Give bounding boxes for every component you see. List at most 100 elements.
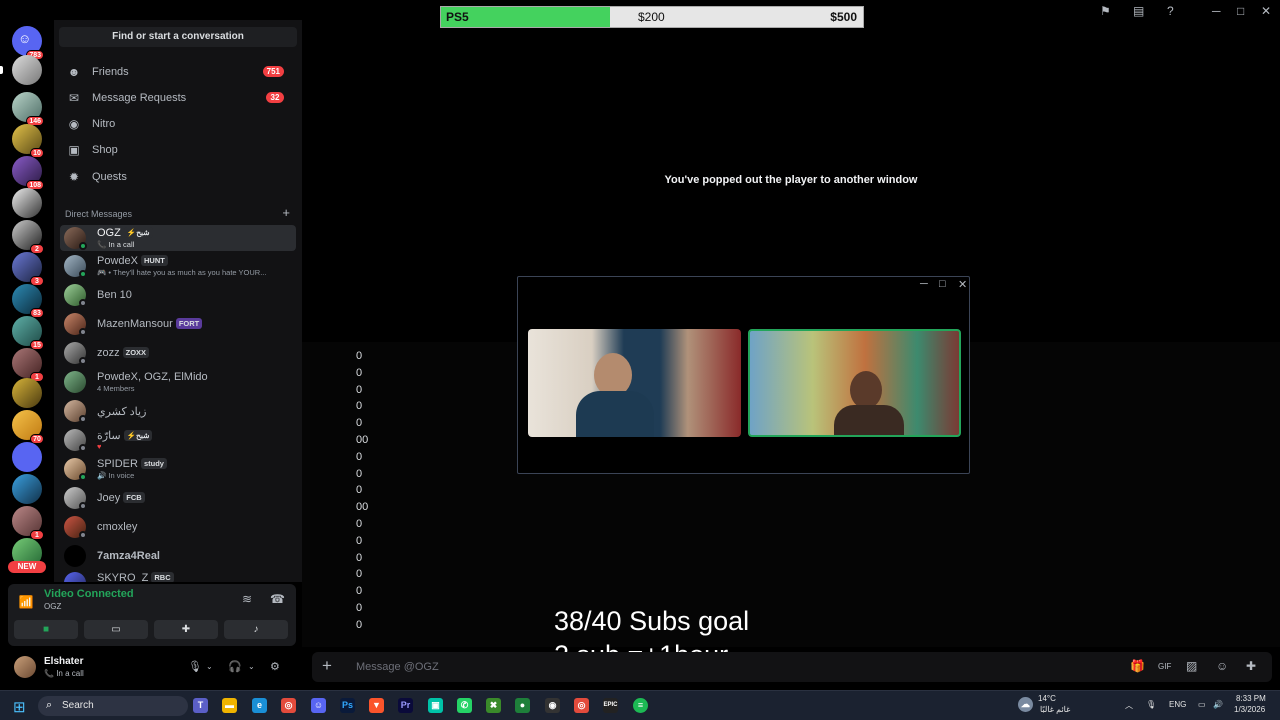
brave-icon[interactable]: ▼ xyxy=(369,698,384,713)
user-name[interactable]: Elshater xyxy=(44,656,83,667)
edge-icon[interactable]: e xyxy=(252,698,267,713)
soundboard-button[interactable]: ♪ xyxy=(224,620,288,639)
minecraft-icon[interactable]: ✖ xyxy=(486,698,501,713)
nav-friends[interactable]: ☻ Friends 751 xyxy=(60,60,296,84)
dm-item-cmoxley[interactable]: cmoxley xyxy=(60,514,296,540)
dm-item-spider[interactable]: SPIDER study 🔊 In voice xyxy=(60,456,296,482)
chevron-down-icon[interactable]: ⌄ xyxy=(206,662,213,671)
server-icon[interactable]: 70 xyxy=(12,410,44,444)
microphone-tray-icon[interactable]: 🎙 xyxy=(1146,700,1156,709)
close-icon[interactable]: ✕ xyxy=(1261,4,1271,18)
inbox-icon[interactable]: ▤ xyxy=(1133,4,1144,18)
nav-shop[interactable]: ▣ Shop xyxy=(60,138,296,162)
dm-item-ben10[interactable]: Ben 10 xyxy=(60,282,296,308)
create-dm-icon[interactable]: + xyxy=(282,205,290,220)
video-tile[interactable] xyxy=(528,329,741,437)
capcut-icon[interactable]: ▣ xyxy=(428,698,443,713)
server-icon[interactable] xyxy=(0,55,42,85)
close-icon[interactable]: ✕ xyxy=(958,278,967,291)
obs-icon[interactable]: ◉ xyxy=(545,698,560,713)
dm-item-group[interactable]: PowdeX, OGZ, ElMido 4 Members xyxy=(60,369,296,395)
server-icon[interactable]: 2 xyxy=(12,220,44,254)
server-icon[interactable]: 1 xyxy=(12,348,44,382)
server-icon[interactable]: 83 xyxy=(12,284,44,318)
teams-icon[interactable]: T xyxy=(193,698,208,713)
taskbar-search[interactable]: ⌕ Search xyxy=(38,696,188,716)
user-panel: Elshater 📞 In a call 🎙 ⌄ 🎧 ⌄ ⚙ xyxy=(8,650,296,684)
message-composer[interactable]: + Message @OGZ 🎁 GIF ▨ ☺ ✚ xyxy=(312,652,1272,682)
disconnect-icon[interactable]: ☎ xyxy=(270,592,285,606)
nav-message-requests[interactable]: ✉ Message Requests 32 xyxy=(60,86,296,110)
clock-date[interactable]: 1/3/2026 xyxy=(1234,705,1265,714)
minimize-icon[interactable]: ─ xyxy=(920,278,928,290)
dm-item-joey[interactable]: Joey FCB xyxy=(60,485,296,511)
chevron-down-icon[interactable]: ⌄ xyxy=(248,662,255,671)
discord-taskbar-icon[interactable]: ☺ xyxy=(311,698,326,713)
dm-item-ogz[interactable]: OGZ ⚡شبح 📞 In a call xyxy=(60,225,296,251)
server-icon[interactable]: 15 xyxy=(12,316,44,350)
sticker-icon[interactable]: ▨ xyxy=(1186,659,1197,673)
server-icon[interactable]: 1 xyxy=(12,506,44,540)
whatsapp-icon[interactable]: ✆ xyxy=(457,698,472,713)
clock-time[interactable]: 8:33 PM xyxy=(1236,694,1266,703)
spotify-icon[interactable]: ≡ xyxy=(633,698,648,713)
help-icon[interactable]: ? xyxy=(1167,4,1174,18)
signal-icon[interactable]: 📶 xyxy=(16,592,36,612)
tray-chevron-up-icon[interactable]: ︿ xyxy=(1125,700,1133,711)
nav-nitro[interactable]: ◉ Nitro xyxy=(60,112,296,136)
weather-icon[interactable]: ☁ xyxy=(1018,697,1033,712)
maximize-icon[interactable]: □ xyxy=(939,278,946,290)
dm-item-7amza4real[interactable]: 7amza4Real xyxy=(60,543,296,569)
dm-item-ziad[interactable]: زياد كشري xyxy=(60,398,296,424)
attach-plus-icon[interactable]: + xyxy=(322,656,332,676)
new-servers-badge[interactable]: NEW xyxy=(8,561,46,573)
gift-icon[interactable]: 🎁 xyxy=(1130,659,1145,673)
server-icon[interactable]: 3 xyxy=(12,252,44,286)
video-tile-speaking[interactable] xyxy=(748,329,961,437)
user-avatar[interactable] xyxy=(14,656,36,678)
dm-item-sara[interactable]: سارّة ⚡شبح ♥ xyxy=(60,427,296,453)
server-icon[interactable]: 108 xyxy=(12,156,44,190)
headphones-icon[interactable]: 🎧 xyxy=(228,660,242,673)
epic-games-icon[interactable]: EPIC xyxy=(603,698,618,713)
home-button[interactable]: ☺ 783 xyxy=(12,26,44,60)
dm-item-skyro[interactable]: SKYRO_Z RBC xyxy=(60,570,296,582)
server-icon[interactable] xyxy=(12,442,42,472)
camera-button[interactable]: ■ xyxy=(14,620,78,639)
nav-quests[interactable]: ✹ Quests xyxy=(60,165,296,189)
volume-icon[interactable]: 🔊 xyxy=(1213,700,1223,709)
server-icon[interactable] xyxy=(12,188,42,218)
emoji-icon[interactable]: ☺ xyxy=(1216,659,1228,673)
apps-icon[interactable]: ✚ xyxy=(1246,659,1256,673)
screen-share-button[interactable]: ▭ xyxy=(84,620,148,639)
server-icon[interactable]: 146 xyxy=(12,92,44,126)
server-icon[interactable] xyxy=(12,378,42,408)
microphone-icon[interactable]: 🎙 xyxy=(188,660,202,673)
chrome-icon[interactable]: ◎ xyxy=(281,698,296,713)
server-icon[interactable]: 10 xyxy=(12,124,44,158)
gif-icon[interactable]: GIF xyxy=(1158,662,1171,671)
popout-video-window[interactable]: ─ □ ✕ xyxy=(517,276,970,474)
dm-name: Joey FCB xyxy=(97,492,145,504)
settings-gear-icon[interactable]: ⚙ xyxy=(270,660,280,673)
minimize-icon[interactable]: ─ xyxy=(1212,4,1221,18)
maximize-icon[interactable]: □ xyxy=(1237,4,1244,18)
dm-item-zozz[interactable]: zozz ZOXX xyxy=(60,340,296,366)
premiere-icon[interactable]: Pr xyxy=(398,698,413,713)
dm-item-mazenmansour[interactable]: MazenMansour FORT xyxy=(60,311,296,337)
photoshop-icon[interactable]: Ps xyxy=(340,698,355,713)
dm-item-powdex[interactable]: PowdeX HUNT 🎮 • They'll hate you as much … xyxy=(60,253,296,279)
activities-button[interactable]: ✚ xyxy=(154,620,218,639)
message-input[interactable]: Message @OGZ xyxy=(356,661,439,673)
voice-status-title[interactable]: Video Connected xyxy=(44,588,134,600)
noise-suppression-icon[interactable]: ≋ xyxy=(242,592,252,606)
language-indicator[interactable]: ENG xyxy=(1169,700,1186,709)
chrome-icon[interactable]: ◎ xyxy=(574,698,589,713)
flag-icon[interactable]: ⚑ xyxy=(1100,4,1111,18)
conversation-search[interactable]: Find or start a conversation xyxy=(59,27,297,47)
windows-start-icon[interactable]: ⊞ xyxy=(13,698,26,716)
file-explorer-icon[interactable]: ▬ xyxy=(222,698,237,713)
xbox-icon[interactable]: ● xyxy=(515,698,530,713)
network-icon[interactable]: ▭ xyxy=(1198,700,1206,709)
server-icon[interactable] xyxy=(12,474,42,504)
